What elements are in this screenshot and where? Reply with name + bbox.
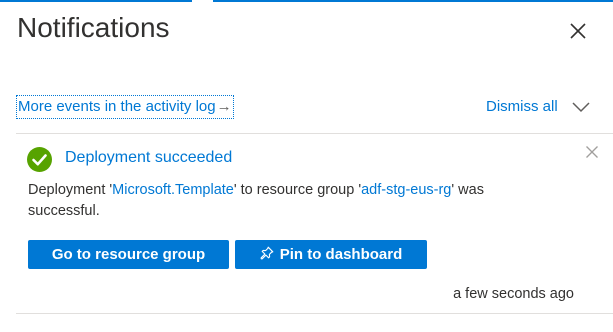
template-link[interactable]: Microsoft.Template [112, 182, 234, 198]
activity-log-link-label: More events in the activity log [18, 98, 216, 115]
dismiss-all-label: Dismiss all [486, 98, 558, 115]
pin-to-dashboard-label: Pin to dashboard [279, 246, 403, 263]
panel-title: Notifications [17, 12, 170, 43]
top-accent-gap [192, 0, 213, 2]
pin-icon [260, 246, 274, 260]
notification-message: Deployment 'Microsoft.Template' to resou… [28, 180, 548, 222]
notification-item: Deployment succeeded Deployment 'Microso… [16, 134, 613, 314]
dismiss-all-button[interactable]: Dismiss all [486, 96, 590, 118]
notifications-panel: Notifications More events in the activit… [0, 0, 613, 332]
chevron-down-icon [572, 102, 590, 113]
dismiss-notification-button[interactable] [585, 145, 599, 159]
checkmark-circle-icon [27, 147, 52, 172]
arrow-right-icon: → [216, 98, 232, 115]
notification-title[interactable]: Deployment succeeded [65, 148, 232, 168]
pin-to-dashboard-button[interactable]: Pin to dashboard [235, 240, 427, 269]
resource-group-link[interactable]: adf-stg-eus-rg [361, 182, 451, 198]
message-prefix: Deployment ' [28, 182, 113, 198]
close-icon [570, 23, 586, 39]
dismiss-icon [586, 146, 598, 158]
divider-bottom [16, 313, 613, 314]
notification-timestamp: a few seconds ago [453, 286, 574, 302]
go-to-resource-group-button[interactable]: Go to resource group [28, 240, 229, 269]
message-middle: ' to resource group ' [233, 182, 362, 198]
activity-log-link[interactable]: More events in the activity log→ [16, 95, 234, 119]
go-to-resource-group-label: Go to resource group [51, 246, 206, 263]
close-button[interactable] [566, 19, 590, 43]
top-accent-bar [0, 0, 613, 2]
